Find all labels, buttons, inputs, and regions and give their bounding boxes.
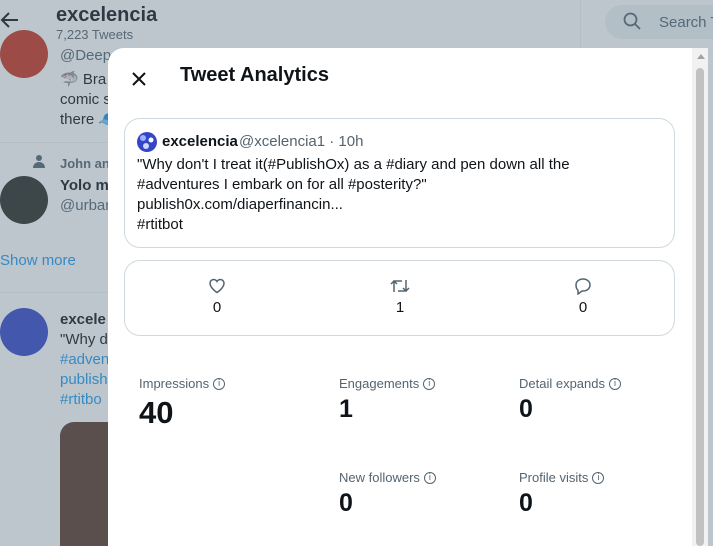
tweet-text-line: publish0x.com/diaperfinancin... [137, 196, 343, 213]
new-followers-value: 0 [339, 489, 353, 517]
info-icon[interactable]: i [213, 377, 226, 390]
scrollbar-thumb[interactable] [696, 68, 704, 546]
replies-count: 0 [578, 299, 588, 316]
detail-expands-metric: Detail expands i 0 [519, 376, 621, 424]
tweet-text-line: #rtitbot [137, 216, 183, 233]
metric-label: Impressions [139, 376, 210, 391]
detail-expands-value: 0 [519, 395, 533, 423]
engagements-value: 1 [339, 395, 353, 423]
metric-label: New followers [339, 470, 420, 485]
modal-title: Tweet Analytics [180, 64, 329, 86]
replies-stat: 0 [563, 277, 603, 316]
info-icon[interactable]: i [423, 377, 436, 390]
tweet-handle-time: @xcelencia1 · 10h [239, 133, 364, 150]
likes-stat: 0 [197, 277, 237, 316]
tweet-text-line: #adventures I embark on for all #posteri… [137, 176, 427, 193]
heart-icon [209, 278, 225, 294]
profile-visits-value: 0 [519, 489, 533, 517]
retweets-count: 1 [395, 299, 405, 316]
tweet-preview[interactable]: excelencia @xcelencia1 · 10h "Why don't … [124, 118, 675, 248]
close-button[interactable] [122, 62, 156, 96]
new-followers-metric: New followers i 0 [339, 470, 436, 518]
metric-label: Detail expands [519, 376, 605, 391]
tweet-analytics-modal: Tweet Analytics excelencia @xcelencia1 ·… [108, 48, 708, 546]
metric-label: Profile visits [519, 470, 589, 485]
likes-count: 0 [212, 299, 222, 316]
profile-visits-metric: Profile visits i 0 [519, 470, 605, 518]
info-icon[interactable]: i [609, 377, 621, 390]
impressions-metric: Impressions i 40 [139, 376, 226, 431]
retweet-icon [390, 279, 410, 293]
info-icon[interactable]: i [592, 471, 605, 484]
metric-label: Engagements [339, 376, 420, 391]
reply-icon [575, 278, 591, 295]
impressions-value: 40 [139, 395, 174, 430]
retweets-stat: 1 [380, 277, 420, 316]
tweet-text-line: "Why don't I treat it(#PublishOx) as a #… [137, 156, 570, 173]
scroll-up-arrow-icon[interactable] [697, 54, 705, 59]
avatar [137, 132, 157, 152]
tweet-text: "Why don't I treat it(#PublishOx) as a #… [137, 155, 657, 235]
info-icon[interactable]: i [423, 471, 436, 484]
engagement-stats: 0 1 0 [124, 260, 675, 336]
engagements-metric: Engagements i 1 [339, 376, 436, 424]
close-icon [132, 72, 146, 86]
tweet-author: excelencia [162, 133, 238, 150]
